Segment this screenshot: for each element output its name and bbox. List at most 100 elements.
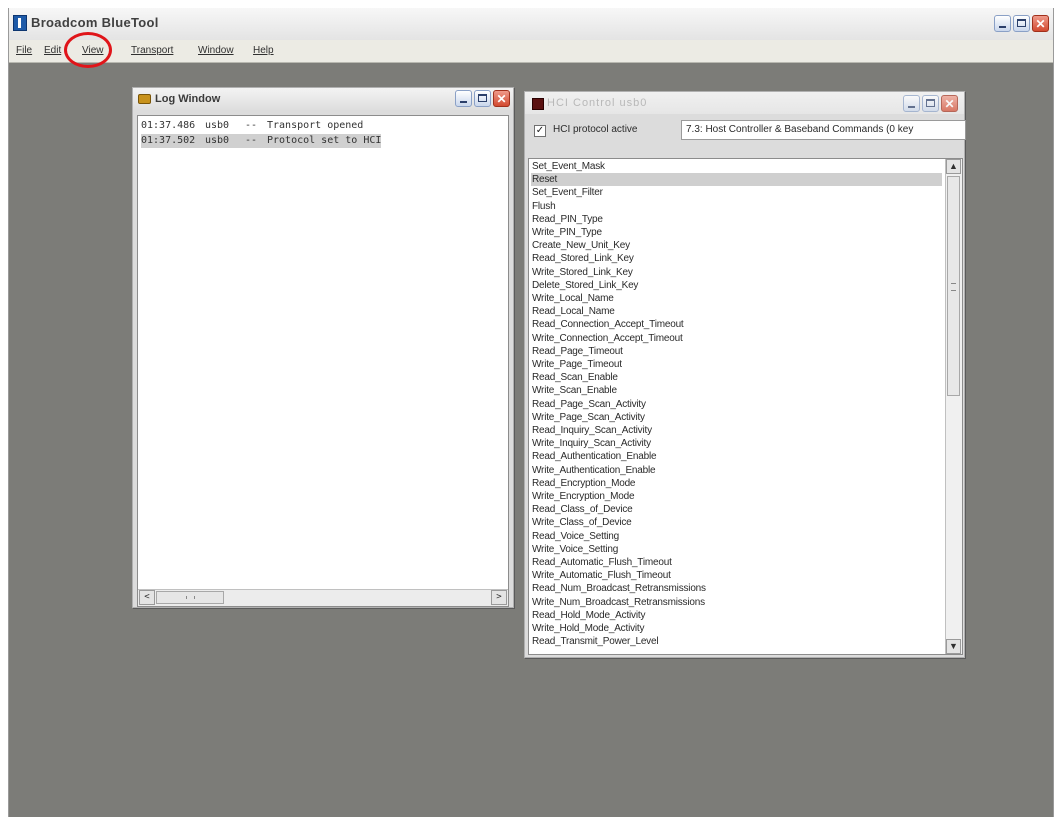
hci-protocol-checkbox[interactable]: ✓ [534, 125, 546, 137]
command-group-select[interactable]: 7.3: Host Controller & Baseband Commands… [681, 120, 966, 140]
hci-minimize-button[interactable] [903, 95, 920, 112]
log-close-button[interactable]: ✕ [493, 90, 510, 107]
hci-command-item[interactable]: Write_Connection_Accept_Timeout [532, 332, 683, 345]
log-horizontal-scrollbar[interactable]: < > [138, 589, 508, 606]
menu-edit-label: Edit [44, 45, 62, 56]
hci-command-item[interactable]: Write_Page_Timeout [532, 358, 622, 371]
hci-command-item[interactable]: Read_Scan_Enable [532, 371, 618, 384]
log-text-area[interactable]: 01:37.486 usb0 -- Transport opened 01:37.502… [137, 115, 509, 607]
menu-help-label: Help [253, 45, 274, 56]
hci-window-icon [532, 98, 544, 110]
app-titlebar[interactable]: Broadcom BlueTool ✕ [9, 8, 1053, 40]
hci-command-item[interactable]: Set_Event_Filter [532, 186, 603, 199]
app-close-button[interactable]: ✕ [1032, 15, 1049, 32]
scroll-left-button[interactable]: < [139, 590, 155, 605]
hci-command-item[interactable]: Read_Local_Name [532, 305, 615, 318]
log-source: usb0 [205, 120, 230, 131]
hci-command-item[interactable]: Write_Encryption_Mode [532, 490, 635, 503]
hci-command-item[interactable]: Read_PIN_Type [532, 213, 603, 226]
hci-command-item[interactable]: Read_Class_of_Device [532, 503, 633, 516]
hci-command-item[interactable]: Reset [531, 173, 942, 187]
hci-command-item[interactable]: Read_Page_Timeout [532, 345, 623, 358]
hci-maximize-button[interactable] [922, 95, 939, 112]
hci-command-item[interactable]: Read_Transmit_Power_Level [532, 635, 659, 648]
hci-command-item[interactable]: Write_Voice_Setting [532, 543, 618, 556]
hci-window-title: HCI Control usb0 [547, 97, 648, 109]
hci-command-item[interactable]: Read_Encryption_Mode [532, 477, 635, 490]
hci-command-item[interactable]: Read_Num_Broadcast_Retransmissions [532, 582, 706, 595]
app-caption-buttons: ✕ [994, 15, 1049, 32]
log-minimize-button[interactable] [455, 90, 472, 107]
close-icon: ✕ [496, 92, 507, 106]
close-icon: ✕ [1035, 17, 1046, 31]
menu-window-label: Window [198, 45, 234, 56]
log-window-title: Log Window [155, 93, 221, 105]
hci-command-item[interactable]: Delete_Stored_Link_Key [532, 279, 638, 292]
menu-window[interactable]: Window [198, 45, 234, 56]
command-list-vertical-scrollbar[interactable]: ▲ ▼ [945, 159, 962, 654]
hci-command-item[interactable]: Create_New_Unit_Key [532, 239, 630, 252]
hci-protocol-label[interactable]: HCI protocol active [553, 124, 637, 135]
hci-command-item[interactable]: Write_Authentication_Enable [532, 464, 656, 477]
hci-command-item[interactable]: Read_Authentication_Enable [532, 450, 657, 463]
hci-command-item[interactable]: Flush [532, 200, 556, 213]
hci-command-item[interactable]: Set_Event_Mask [532, 160, 605, 173]
hci-command-item[interactable]: Write_Inquiry_Scan_Activity [532, 437, 651, 450]
hci-command-item[interactable]: Read_Voice_Setting [532, 530, 619, 543]
menu-help[interactable]: Help [253, 45, 274, 56]
menu-view[interactable]: View [82, 45, 104, 56]
menu-transport[interactable]: Transport [131, 45, 173, 56]
scroll-down-button[interactable]: ▼ [946, 639, 961, 654]
menu-edit[interactable]: Edit [44, 45, 61, 56]
log-source: usb0 [205, 135, 230, 146]
hci-command-item[interactable]: Read_Inquiry_Scan_Activity [532, 424, 652, 437]
hci-command-item[interactable]: Write_Local_Name [532, 292, 614, 305]
log-line[interactable]: 01:37.486 usb0 -- Transport opened [141, 119, 363, 133]
hci-command-item[interactable]: Read_Stored_Link_Key [532, 252, 634, 265]
hci-command-item[interactable]: Write_PIN_Type [532, 226, 602, 239]
menu-file[interactable]: File [16, 45, 32, 56]
hci-command-item[interactable]: Read_Hold_Mode_Activity [532, 609, 645, 622]
log-separator: -- [245, 120, 258, 131]
log-time: 01:37.486 [141, 120, 196, 131]
log-maximize-button[interactable] [474, 90, 491, 107]
hci-command-item[interactable]: Read_Automatic_Flush_Timeout [532, 556, 672, 569]
bluetool-app-icon[interactable] [13, 15, 27, 31]
hci-window-titlebar[interactable]: HCI Control usb0 ✕ [525, 92, 964, 114]
menubar: File Edit View Transport Window Help [9, 40, 1053, 63]
log-time: 01:37.502 [141, 135, 196, 146]
log-separator: -- [245, 135, 258, 146]
hci-control-window: HCI Control usb0 ✕ ✓ HCI protocol active… [524, 91, 966, 658]
scroll-up-button[interactable]: ▲ [946, 159, 961, 174]
app-minimize-button[interactable] [994, 15, 1011, 32]
maximize-icon [923, 96, 938, 111]
command-list-scroll-thumb[interactable] [947, 176, 960, 396]
hci-command-list[interactable]: Set_Event_Mask Reset Set_Event_Filter Flush… [528, 158, 963, 655]
hci-command-item[interactable]: Write_Page_Scan_Activity [532, 411, 645, 424]
log-message: Protocol set to HCI [267, 135, 382, 146]
log-line[interactable]: 01:37.502 usb0 -- Protocol set to HCI [141, 134, 382, 148]
scroll-right-button[interactable]: > [491, 590, 507, 605]
hci-toolbar: ✓ HCI protocol active 7.3: Host Controll… [525, 116, 966, 144]
log-window-titlebar[interactable]: Log Window ✕ [133, 88, 513, 110]
hci-command-item[interactable]: Write_Automatic_Flush_Timeout [532, 569, 671, 582]
close-icon: ✕ [944, 97, 955, 111]
log-scroll-thumb[interactable] [156, 591, 224, 604]
menu-transport-label: Transport [131, 45, 174, 56]
maximize-icon [1014, 16, 1029, 31]
log-window: Log Window ✕ 01:37.486 usb0 -- Transport op… [132, 87, 514, 608]
hci-command-item[interactable]: Write_Scan_Enable [532, 384, 617, 397]
hci-command-item[interactable]: Read_Page_Scan_Activity [532, 398, 646, 411]
app-maximize-button[interactable] [1013, 15, 1030, 32]
hci-command-item[interactable]: Read_Connection_Accept_Timeout [532, 318, 684, 331]
hci-command-item[interactable]: Write_Num_Broadcast_Retransmissions [532, 596, 705, 609]
minimize-icon [456, 91, 471, 106]
hci-window-caption-buttons: ✕ [903, 95, 958, 112]
app-title: Broadcom BlueTool [31, 15, 159, 30]
hci-close-button[interactable]: ✕ [941, 95, 958, 112]
hci-command-item[interactable]: Write_Class_of_Device [532, 516, 632, 529]
hci-command-item[interactable]: Write_Hold_Mode_Activity [532, 622, 644, 635]
log-window-caption-buttons: ✕ [455, 90, 510, 107]
log-window-icon [138, 94, 151, 104]
hci-command-item[interactable]: Write_Stored_Link_Key [532, 266, 633, 279]
